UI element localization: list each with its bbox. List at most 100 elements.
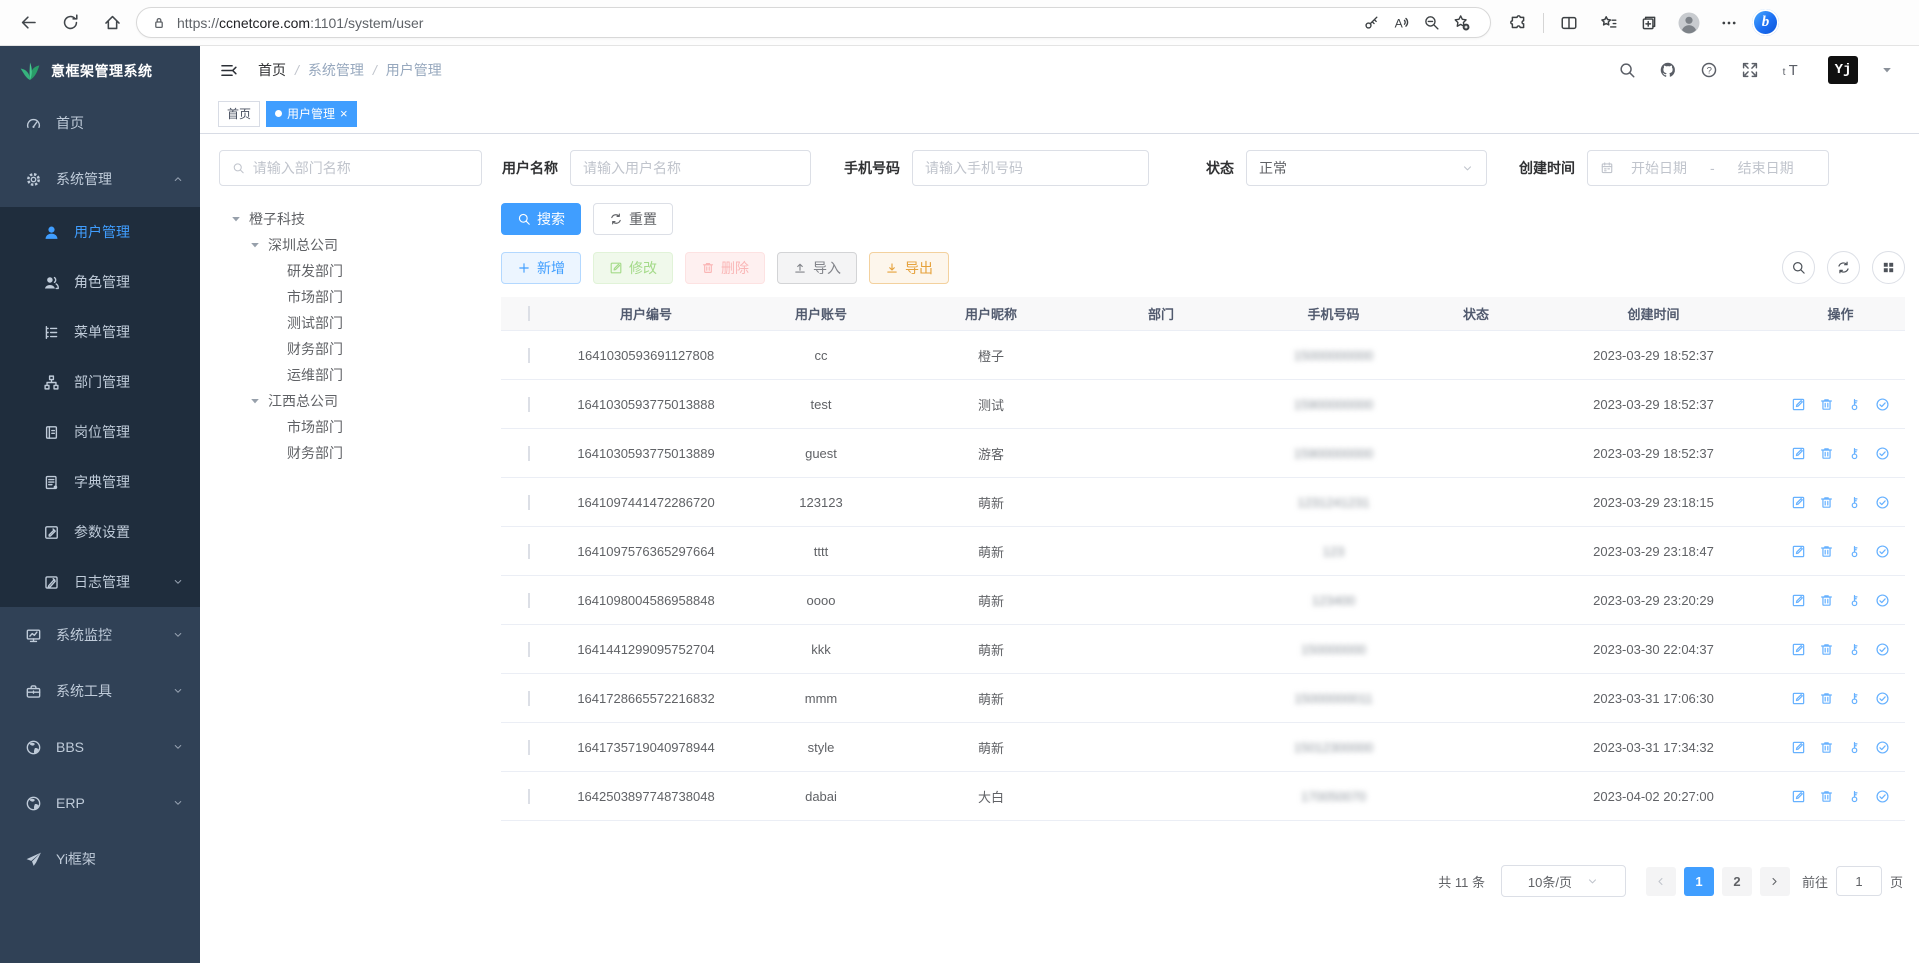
row-checkbox[interactable]: [528, 691, 530, 706]
copilot-icon[interactable]: b: [1752, 9, 1779, 36]
date-end-placeholder[interactable]: 结束日期: [1729, 158, 1803, 178]
goto-page-input[interactable]: [1836, 866, 1882, 896]
row-checkbox[interactable]: [528, 544, 530, 559]
sidebar-item-Yi框架[interactable]: Yi框架: [0, 831, 200, 887]
zoom-out-icon[interactable]: [1416, 9, 1446, 37]
dept-search-input[interactable]: [219, 150, 482, 186]
browser-home-button[interactable]: [94, 5, 130, 41]
row-checkbox[interactable]: [528, 446, 530, 461]
page-number-button[interactable]: 1: [1684, 867, 1714, 896]
tree-expand-caret-icon[interactable]: [247, 237, 263, 253]
row-delete-icon[interactable]: [1819, 740, 1834, 755]
row-reset-password-icon[interactable]: [1847, 446, 1862, 461]
breadcrumb-item[interactable]: 首页 /: [258, 60, 308, 80]
view-tab[interactable]: 用户管理 ×: [266, 101, 357, 127]
tree-expand-caret-icon[interactable]: [247, 393, 263, 409]
sidebar-item-系统管理[interactable]: 系统管理: [0, 151, 200, 207]
split-screen-icon[interactable]: [1552, 6, 1586, 40]
sidebar-item-日志管理[interactable]: 日志管理: [0, 557, 200, 607]
sidebar-item-系统监控[interactable]: 系统监控: [0, 607, 200, 663]
date-start-placeholder[interactable]: 开始日期: [1622, 158, 1696, 178]
add-button[interactable]: 新增: [501, 252, 581, 284]
tree-expand-caret-icon[interactable]: [228, 211, 244, 227]
row-assign-role-icon[interactable]: [1875, 691, 1890, 706]
row-checkbox[interactable]: [528, 740, 530, 755]
tree-item[interactable]: 市场部门: [219, 414, 501, 440]
table-search-toggle-button[interactable]: [1782, 251, 1815, 284]
breadcrumb-item[interactable]: 系统管理 /: [308, 60, 386, 80]
help-icon[interactable]: [1699, 60, 1719, 80]
row-assign-role-icon[interactable]: [1875, 397, 1890, 412]
tree-item[interactable]: 市场部门: [219, 284, 501, 310]
tree-item[interactable]: 橙子科技: [219, 206, 501, 232]
browser-refresh-button[interactable]: [52, 5, 88, 41]
sidebar-item-部门管理[interactable]: 部门管理: [0, 357, 200, 407]
extensions-icon[interactable]: [1501, 6, 1535, 40]
status-select[interactable]: 正常: [1246, 150, 1487, 186]
sidebar-item-用户管理[interactable]: 用户管理: [0, 207, 200, 257]
row-delete-icon[interactable]: [1819, 642, 1834, 657]
sidebar-item-系统工具[interactable]: 系统工具: [0, 663, 200, 719]
github-icon[interactable]: [1658, 60, 1678, 80]
url-text[interactable]: https://ccnetcore.com:1101/system/user: [177, 15, 1356, 31]
row-delete-icon[interactable]: [1819, 397, 1834, 412]
row-assign-role-icon[interactable]: [1875, 544, 1890, 559]
row-assign-role-icon[interactable]: [1875, 593, 1890, 608]
sidebar-item-BBS[interactable]: BBS: [0, 719, 200, 775]
row-assign-role-icon[interactable]: [1875, 446, 1890, 461]
row-checkbox[interactable]: [528, 495, 530, 510]
page-number-button[interactable]: 2: [1722, 867, 1752, 896]
row-reset-password-icon[interactable]: [1847, 789, 1862, 804]
row-edit-icon[interactable]: [1791, 789, 1806, 804]
sidebar-item-岗位管理[interactable]: 岗位管理: [0, 407, 200, 457]
tree-item[interactable]: 测试部门: [219, 310, 501, 336]
row-reset-password-icon[interactable]: [1847, 740, 1862, 755]
sidebar-item-ERP[interactable]: ERP: [0, 775, 200, 831]
table-refresh-button[interactable]: [1827, 251, 1860, 284]
row-reset-password-icon[interactable]: [1847, 544, 1862, 559]
breadcrumb-label[interactable]: 用户管理: [386, 60, 442, 80]
tree-item[interactable]: 深圳总公司: [219, 232, 501, 258]
read-aloud-icon[interactable]: [1386, 9, 1416, 37]
breadcrumb-label[interactable]: 首页: [258, 60, 286, 80]
browser-back-button[interactable]: [10, 5, 46, 41]
sidebar-item-首页[interactable]: 首页: [0, 95, 200, 151]
row-reset-password-icon[interactable]: [1847, 593, 1862, 608]
page-size-select[interactable]: 10条/页: [1501, 865, 1626, 897]
address-bar[interactable]: https://ccnetcore.com:1101/system/user: [136, 7, 1491, 38]
fullscreen-icon[interactable]: [1740, 60, 1760, 80]
row-checkbox[interactable]: [528, 642, 530, 657]
modify-button[interactable]: 修改: [593, 252, 673, 284]
avatar-dropdown-caret-icon[interactable]: [1879, 62, 1895, 78]
phone-field[interactable]: [925, 160, 1136, 176]
export-button[interactable]: 导出: [869, 252, 949, 284]
date-range-picker[interactable]: 开始日期 - 结束日期: [1587, 150, 1829, 186]
row-edit-icon[interactable]: [1791, 593, 1806, 608]
breadcrumb-label[interactable]: 系统管理: [308, 60, 364, 80]
add-favorite-icon[interactable]: [1446, 9, 1476, 37]
row-edit-icon[interactable]: [1791, 740, 1806, 755]
row-assign-role-icon[interactable]: [1875, 642, 1890, 657]
password-key-icon[interactable]: [1356, 9, 1386, 37]
next-page-button[interactable]: [1760, 867, 1790, 896]
tree-item[interactable]: 江西总公司: [219, 388, 501, 414]
row-edit-icon[interactable]: [1791, 544, 1806, 559]
browser-menu-icon[interactable]: [1712, 6, 1746, 40]
row-delete-icon[interactable]: [1819, 495, 1834, 510]
sidebar-item-角色管理[interactable]: 角色管理: [0, 257, 200, 307]
row-assign-role-icon[interactable]: [1875, 789, 1890, 804]
row-delete-icon[interactable]: [1819, 544, 1834, 559]
header-search-icon[interactable]: [1617, 60, 1637, 80]
reset-button[interactable]: 重置: [593, 203, 673, 235]
tree-item[interactable]: 财务部门: [219, 336, 501, 362]
row-delete-icon[interactable]: [1819, 789, 1834, 804]
row-delete-icon[interactable]: [1819, 691, 1834, 706]
user-avatar[interactable]: Yj: [1828, 56, 1858, 84]
row-checkbox[interactable]: [528, 348, 530, 363]
row-assign-role-icon[interactable]: [1875, 740, 1890, 755]
lock-icon[interactable]: [151, 15, 167, 31]
profile-avatar[interactable]: [1672, 6, 1706, 40]
row-reset-password-icon[interactable]: [1847, 642, 1862, 657]
row-checkbox[interactable]: [528, 789, 530, 804]
row-edit-icon[interactable]: [1791, 642, 1806, 657]
